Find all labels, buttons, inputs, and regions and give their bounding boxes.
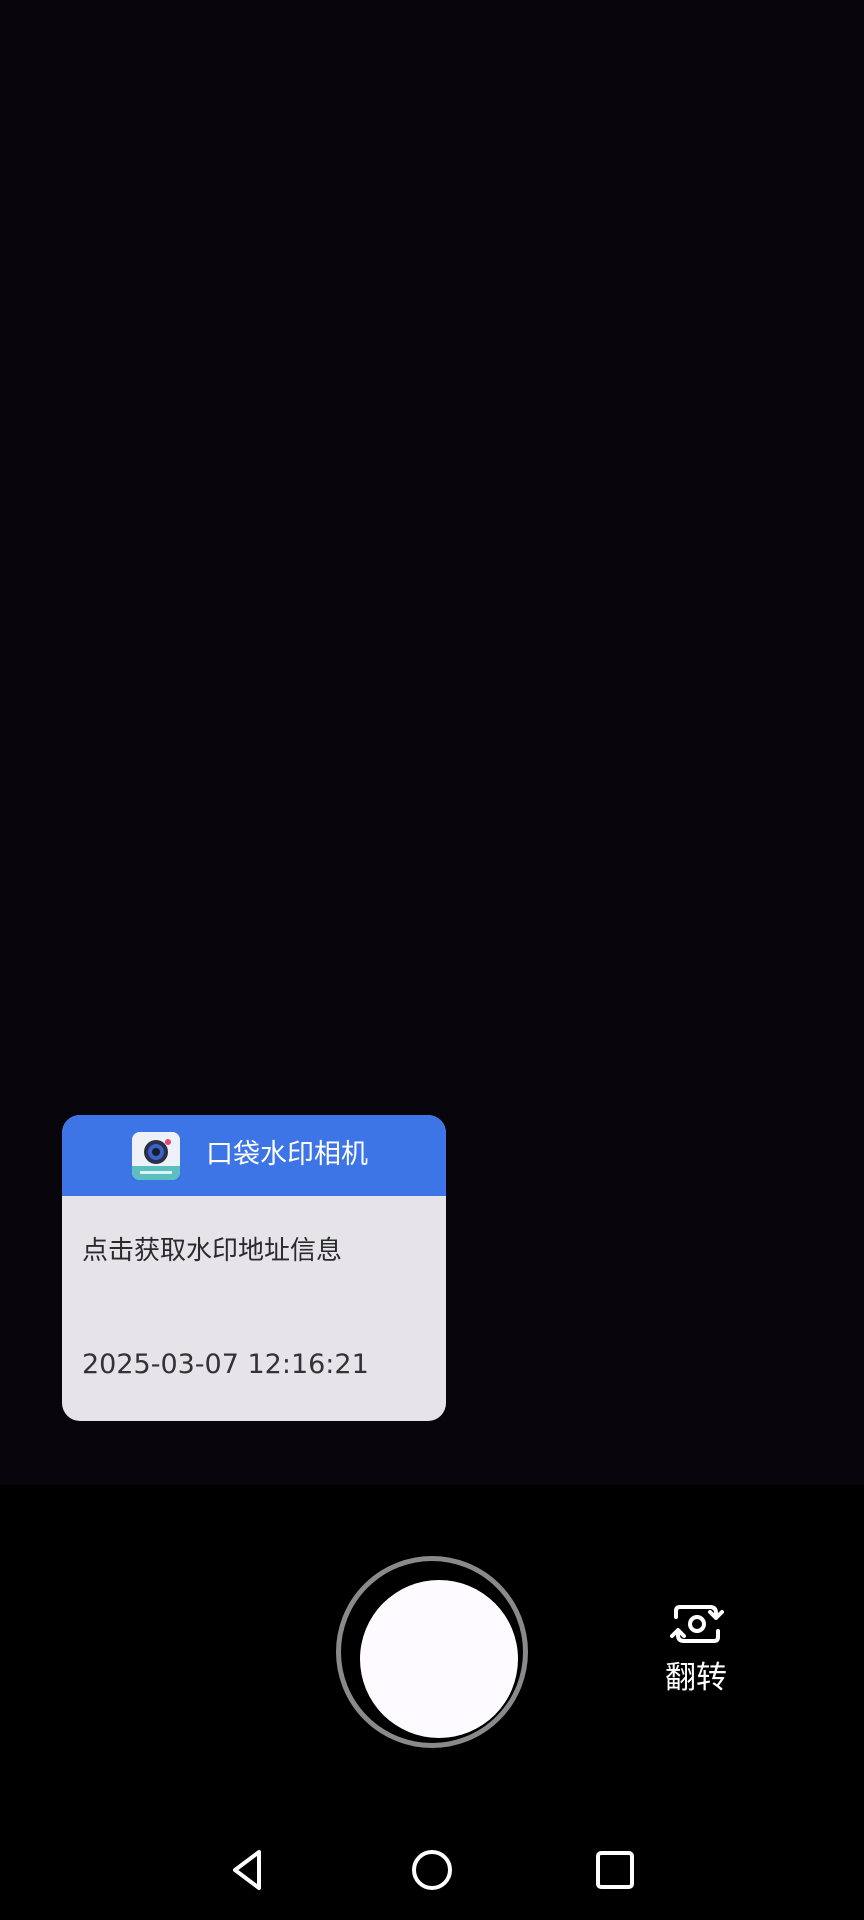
shutter-ring <box>346 1566 518 1738</box>
watermark-card-header: 口袋水印相机 <box>62 1115 446 1196</box>
flip-camera-icon <box>670 1601 724 1647</box>
flip-camera-label: 翻转 <box>665 1660 727 1696</box>
camera-screen: 口袋水印相机 点击获取水印地址信息 2025-03-07 12:16:21 翻转 <box>0 0 864 1920</box>
shutter-button[interactable] <box>336 1556 528 1748</box>
system-navigation-bar <box>0 1820 864 1920</box>
back-triangle-icon[interactable] <box>207 1830 287 1910</box>
home-circle-icon[interactable] <box>392 1830 472 1910</box>
shutter-core <box>360 1580 518 1738</box>
camera-app-icon <box>132 1132 180 1180</box>
app-name-title: 口袋水印相机 <box>206 1139 368 1170</box>
watermark-datetime: 2025-03-07 12:16:21 <box>82 1349 369 1380</box>
watermark-card[interactable]: 口袋水印相机 点击获取水印地址信息 2025-03-07 12:16:21 <box>62 1115 446 1421</box>
address-prompt-text[interactable]: 点击获取水印地址信息 <box>82 1232 342 1270</box>
recents-square-icon[interactable] <box>575 1830 655 1910</box>
flip-camera-button[interactable]: 翻转 <box>646 1596 746 1706</box>
